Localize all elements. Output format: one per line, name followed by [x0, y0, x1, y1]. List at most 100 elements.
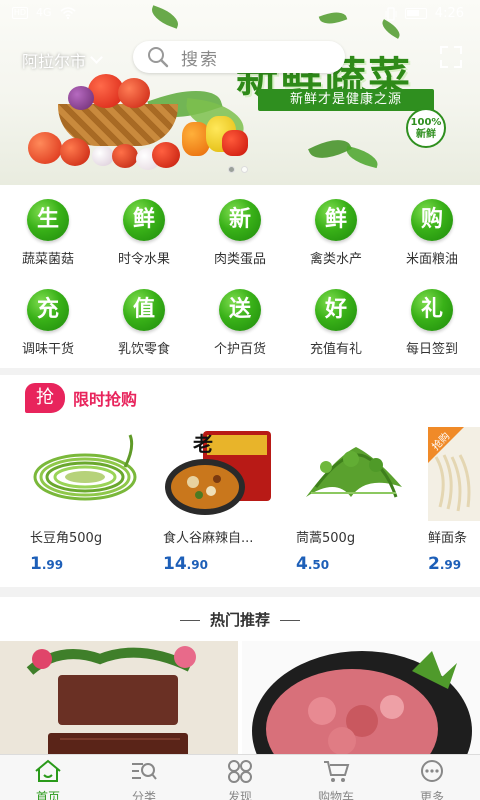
battery-icon	[404, 8, 427, 19]
category-badge: 送	[219, 289, 261, 331]
pepper-decoration	[222, 130, 248, 156]
category-badge: 新	[219, 199, 261, 241]
price-integer: 2	[428, 554, 440, 574]
price-integer: 1	[30, 554, 42, 574]
tab-label: 首页	[35, 790, 60, 800]
category-item[interactable]: 生 蔬菜菌菇	[0, 199, 96, 267]
carousel-dot[interactable]	[228, 166, 235, 173]
category-item[interactable]: 好 充值有礼	[288, 289, 384, 357]
category-item[interactable]: 礼 每日签到	[384, 289, 480, 357]
category-label: 乳饮零食	[117, 342, 170, 357]
svg-text:老: 老	[193, 432, 213, 456]
price-integer: 14	[163, 554, 187, 574]
category-label: 米面粮油	[405, 252, 458, 267]
category-item[interactable]: 值 乳饮零食	[96, 289, 192, 357]
flash-sale-tag: 抢	[25, 383, 65, 413]
category-label: 调味干货	[21, 342, 74, 357]
cart-icon	[324, 761, 350, 782]
price-decimal: .90	[186, 558, 208, 572]
vibrate-icon	[385, 6, 397, 21]
category-label: 时令水果	[117, 252, 170, 267]
tab-label: 发现	[227, 790, 252, 800]
product-name: 鲜面条	[428, 531, 468, 546]
product-image: 老	[163, 427, 273, 521]
category-label: 每日签到	[405, 342, 458, 357]
category-badge: 购	[411, 199, 453, 241]
product-price: 2.99	[428, 554, 480, 574]
product-card[interactable]: 抢购 鲜面条 2.99	[428, 427, 480, 574]
bottom-tab-bar: 首页 分类 发现 购物车 更多	[0, 754, 480, 800]
category-label: 个护百货	[213, 342, 266, 357]
product-image	[30, 427, 140, 521]
category-item[interactable]: 充 调味干货	[0, 289, 96, 357]
tab-cart[interactable]: 购物车	[288, 755, 384, 800]
search-placeholder: 搜索	[181, 49, 219, 70]
hot-recommend-section: 热门推荐	[0, 597, 480, 761]
category-label: 充值有礼	[309, 342, 362, 357]
freshness-badge: 100%新鲜	[406, 108, 446, 148]
status-bar: HD 4G 4:26	[0, 0, 480, 28]
category-badge: 鲜	[315, 199, 357, 241]
leaf-decoration	[343, 145, 381, 169]
city-selector[interactable]: 阿拉尔市	[22, 48, 103, 72]
scan-icon[interactable]	[440, 46, 462, 68]
search-icon	[148, 47, 169, 68]
garlic-decoration	[92, 146, 114, 166]
category-item[interactable]: 鲜 禽类水产	[288, 199, 384, 267]
category-badge: 生	[27, 199, 69, 241]
flash-sale-section: 抢 限时抢购 长豆角500g 1.99 老 食人谷麻辣自... 14.90 茼蒿…	[0, 375, 480, 587]
category-label: 肉类蛋品	[213, 252, 266, 267]
price-decimal: .99	[41, 558, 64, 572]
search-input[interactable]: 搜索	[133, 41, 345, 73]
hot-item-card[interactable]	[0, 641, 238, 761]
tab-label: 分类	[131, 790, 156, 800]
tomato-decoration	[28, 132, 62, 164]
product-card[interactable]: 茼蒿500g 4.50	[296, 427, 416, 574]
product-price: 14.90	[163, 554, 283, 574]
hot-recommend-title: 热门推荐	[209, 611, 270, 629]
category-badge: 好	[315, 289, 357, 331]
tomato-decoration	[112, 144, 138, 168]
city-name: 阿拉尔市	[22, 52, 87, 71]
category-label: 蔬菜菌菇	[21, 252, 74, 267]
category-item[interactable]: 送 个护百货	[192, 289, 288, 357]
carousel-dot[interactable]	[241, 166, 248, 173]
status-time: 4:26	[434, 6, 464, 21]
flash-sale-header[interactable]: 抢 限时抢购	[25, 383, 137, 413]
product-price: 4.50	[296, 554, 416, 574]
tomato-decoration	[152, 142, 180, 168]
tab-home[interactable]: 首页	[0, 755, 96, 800]
tab-more[interactable]: 更多	[384, 755, 480, 800]
tomato-decoration	[60, 138, 90, 166]
product-image: 抢购	[428, 427, 480, 521]
product-card[interactable]: 长豆角500g 1.99	[30, 427, 150, 574]
home-icon	[35, 759, 61, 782]
category-badge: 礼	[411, 289, 453, 331]
product-name: 茼蒿500g	[296, 531, 356, 546]
price-decimal: .99	[439, 558, 462, 572]
network-indicator: 4G	[36, 6, 52, 19]
category-badge: 充	[27, 289, 69, 331]
price-decimal: .50	[307, 558, 330, 572]
tab-label: 更多	[419, 790, 444, 800]
hot-item-card[interactable]	[242, 641, 480, 761]
category-badge: 值	[123, 289, 165, 331]
hd-indicator: HD	[12, 6, 28, 19]
tab-category[interactable]: 分类	[96, 755, 192, 800]
category-item[interactable]: 新 肉类蛋品	[192, 199, 288, 267]
product-name: 食人谷麻辣自...	[163, 531, 254, 546]
product-card[interactable]: 老 食人谷麻辣自... 14.90	[163, 427, 283, 574]
category-item[interactable]: 鲜 时令水果	[96, 199, 192, 267]
category-item[interactable]: 购 米面粮油	[384, 199, 480, 267]
category-badge: 鲜	[123, 199, 165, 241]
flash-sale-title: 限时抢购	[73, 390, 138, 409]
product-price: 1.99	[30, 554, 150, 574]
product-image	[252, 651, 472, 761]
app-screen: 新鲜蔬菜 新鲜才是健康之源 100%新鲜 HD 4G 4:26 阿拉尔市 搜索	[0, 0, 480, 800]
chevron-down-icon	[90, 51, 103, 64]
tab-discover[interactable]: 发现	[192, 755, 288, 800]
hot-recommend-header: 热门推荐	[0, 609, 480, 630]
price-integer: 4	[296, 554, 308, 574]
category-search-icon	[132, 763, 157, 780]
carousel-indicators[interactable]	[228, 166, 248, 173]
